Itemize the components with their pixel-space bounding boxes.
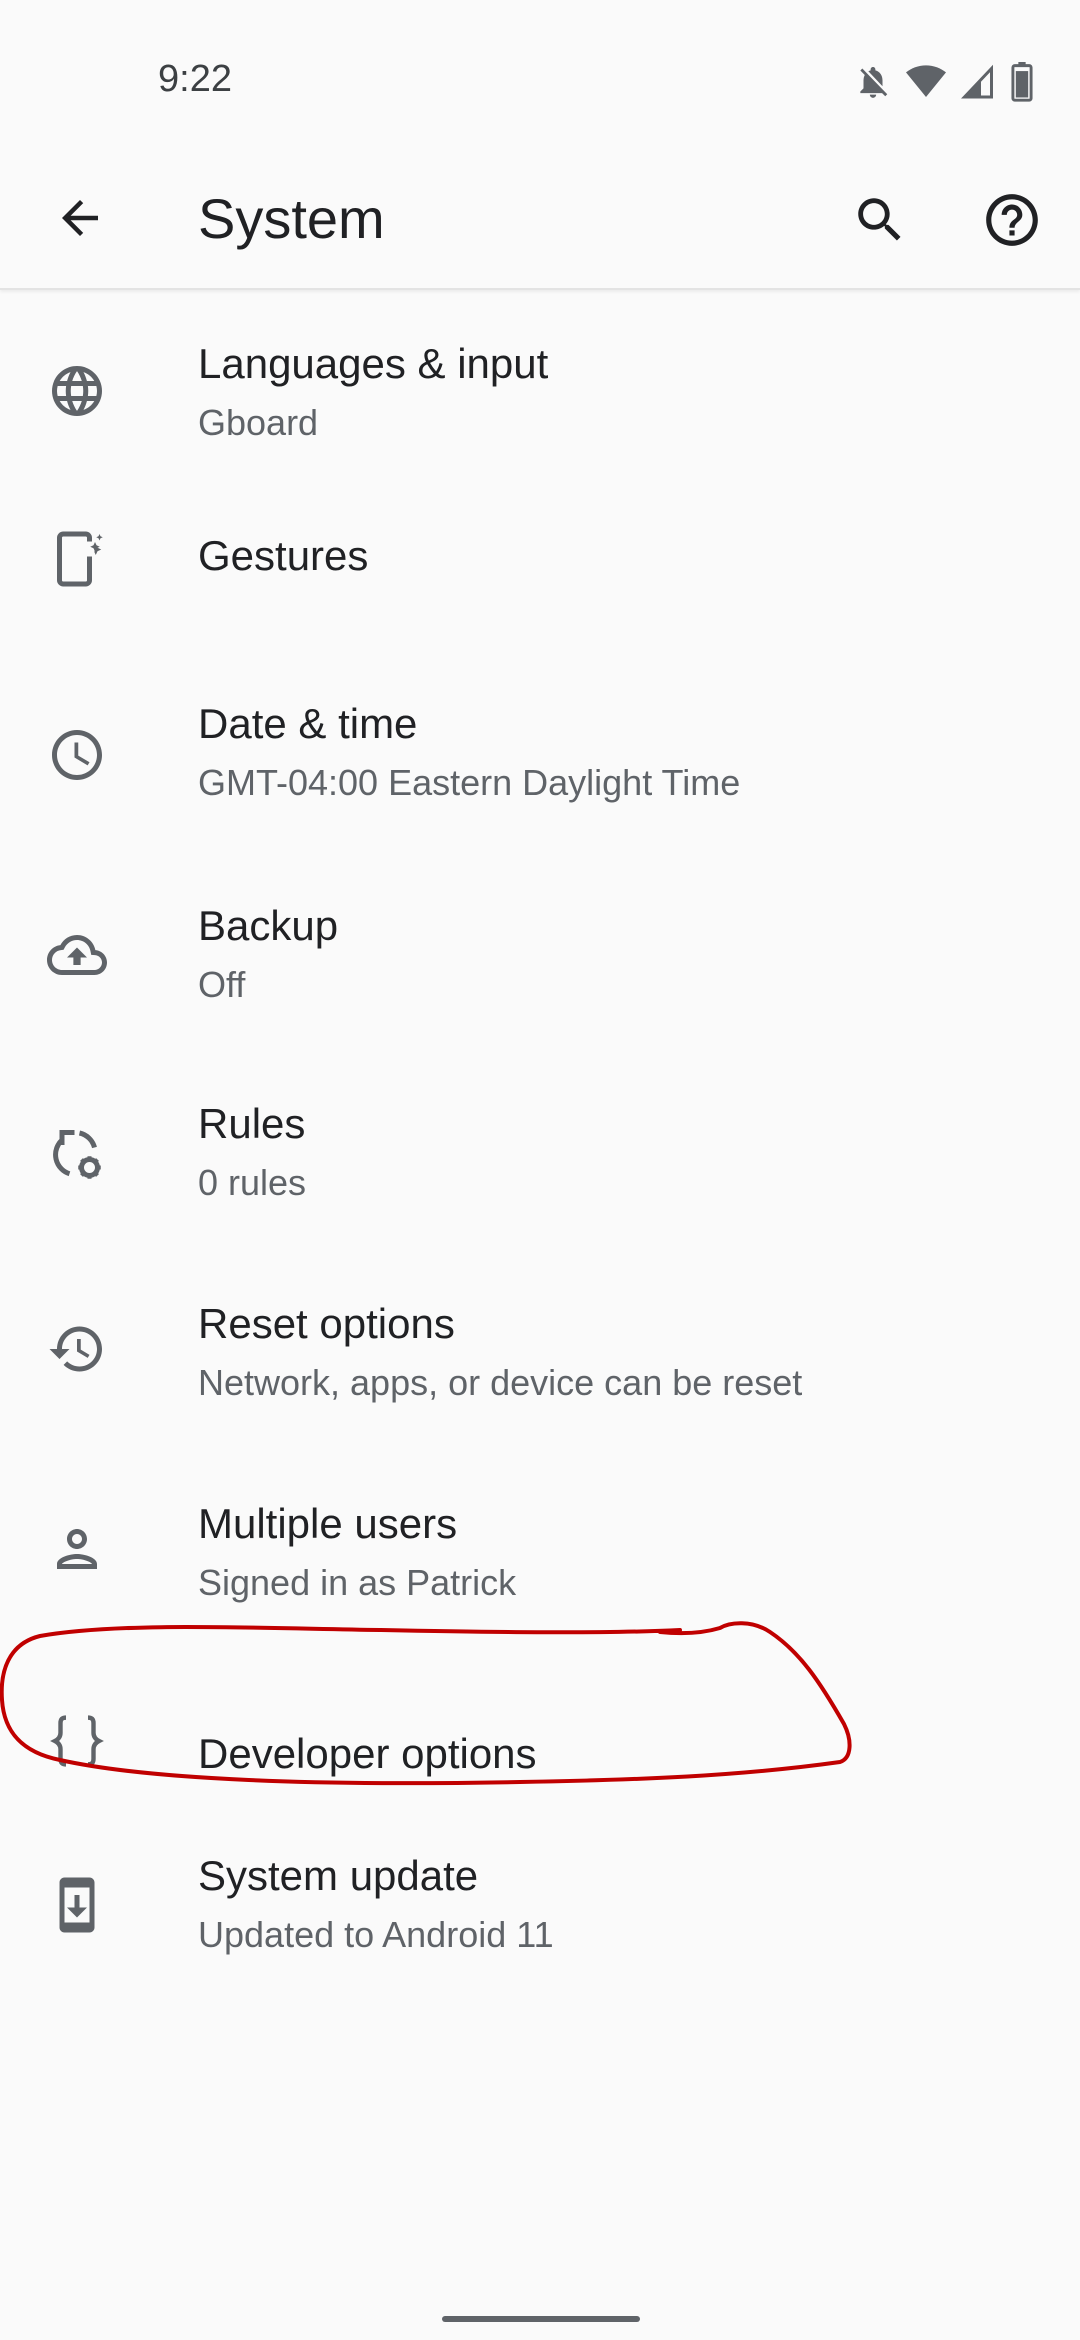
help-button[interactable]: [972, 182, 1052, 262]
setting-title: Multiple users: [198, 1500, 458, 1547]
setting-title: Languages & input: [198, 340, 549, 387]
setting-title: Date & time: [198, 700, 418, 747]
setting-multiple-users[interactable]: Multiple users Signed in as Patrick: [0, 1492, 1080, 1692]
gesture-nav-bar[interactable]: [442, 2316, 640, 2322]
setting-title: Rules: [198, 1100, 306, 1147]
signal-icon: [960, 64, 996, 100]
setting-title: Backup: [198, 902, 339, 949]
setting-gestures[interactable]: Gestures: [0, 492, 1080, 692]
setting-summary: Off: [198, 964, 246, 1005]
setting-summary: Signed in as Patrick: [198, 1562, 517, 1603]
battery-icon: [1010, 62, 1034, 102]
clock-icon: [44, 722, 110, 788]
person-icon: [44, 1516, 110, 1582]
setting-reset-options[interactable]: Reset options Network, apps, or device c…: [0, 1292, 1080, 1492]
setting-summary: Network, apps, or device can be reset: [198, 1362, 803, 1403]
system-update-icon: [44, 1872, 110, 1938]
search-button[interactable]: [840, 182, 920, 262]
setting-backup[interactable]: Backup Off: [0, 892, 1080, 1092]
setting-summary: GMT-04:00 Eastern Daylight Time: [198, 762, 741, 803]
notifications-off-icon: [854, 63, 892, 101]
status-bar: 9:22: [0, 0, 1080, 150]
setting-summary: Updated to Android 11: [198, 1914, 554, 1955]
setting-system-update[interactable]: System update Updated to Android 11: [0, 1822, 1080, 2022]
back-button[interactable]: [40, 180, 120, 260]
cloud-upload-icon: [44, 922, 110, 988]
help-icon: [981, 189, 1043, 256]
page-title: System: [198, 187, 385, 250]
gestures-icon: [44, 526, 110, 592]
setting-summary: 0 rules: [198, 1162, 307, 1203]
setting-languages-input[interactable]: Languages & input Gboard: [0, 292, 1080, 492]
wifi-icon: [906, 64, 946, 100]
setting-rules[interactable]: Rules 0 rules: [0, 1092, 1080, 1292]
app-bar: System: [0, 150, 1080, 290]
setting-title: Gestures: [198, 532, 369, 579]
code-braces-icon: [44, 1708, 110, 1774]
arrow-back-icon: [53, 191, 107, 250]
setting-date-time[interactable]: Date & time GMT-04:00 Eastern Daylight T…: [0, 692, 1080, 892]
setting-summary: Gboard: [198, 402, 319, 443]
status-time: 9:22: [158, 58, 232, 100]
status-icons: [854, 62, 1034, 102]
setting-title: Developer options: [198, 1730, 537, 1777]
globe-icon: [44, 358, 110, 424]
search-icon: [851, 191, 909, 254]
setting-title: Reset options: [198, 1300, 455, 1347]
history-icon: [44, 1316, 110, 1382]
rules-icon: [44, 1122, 110, 1188]
setting-title: System update: [198, 1852, 479, 1899]
screen: 9:22 System Languages & input Gboard Ges…: [0, 0, 1080, 2340]
